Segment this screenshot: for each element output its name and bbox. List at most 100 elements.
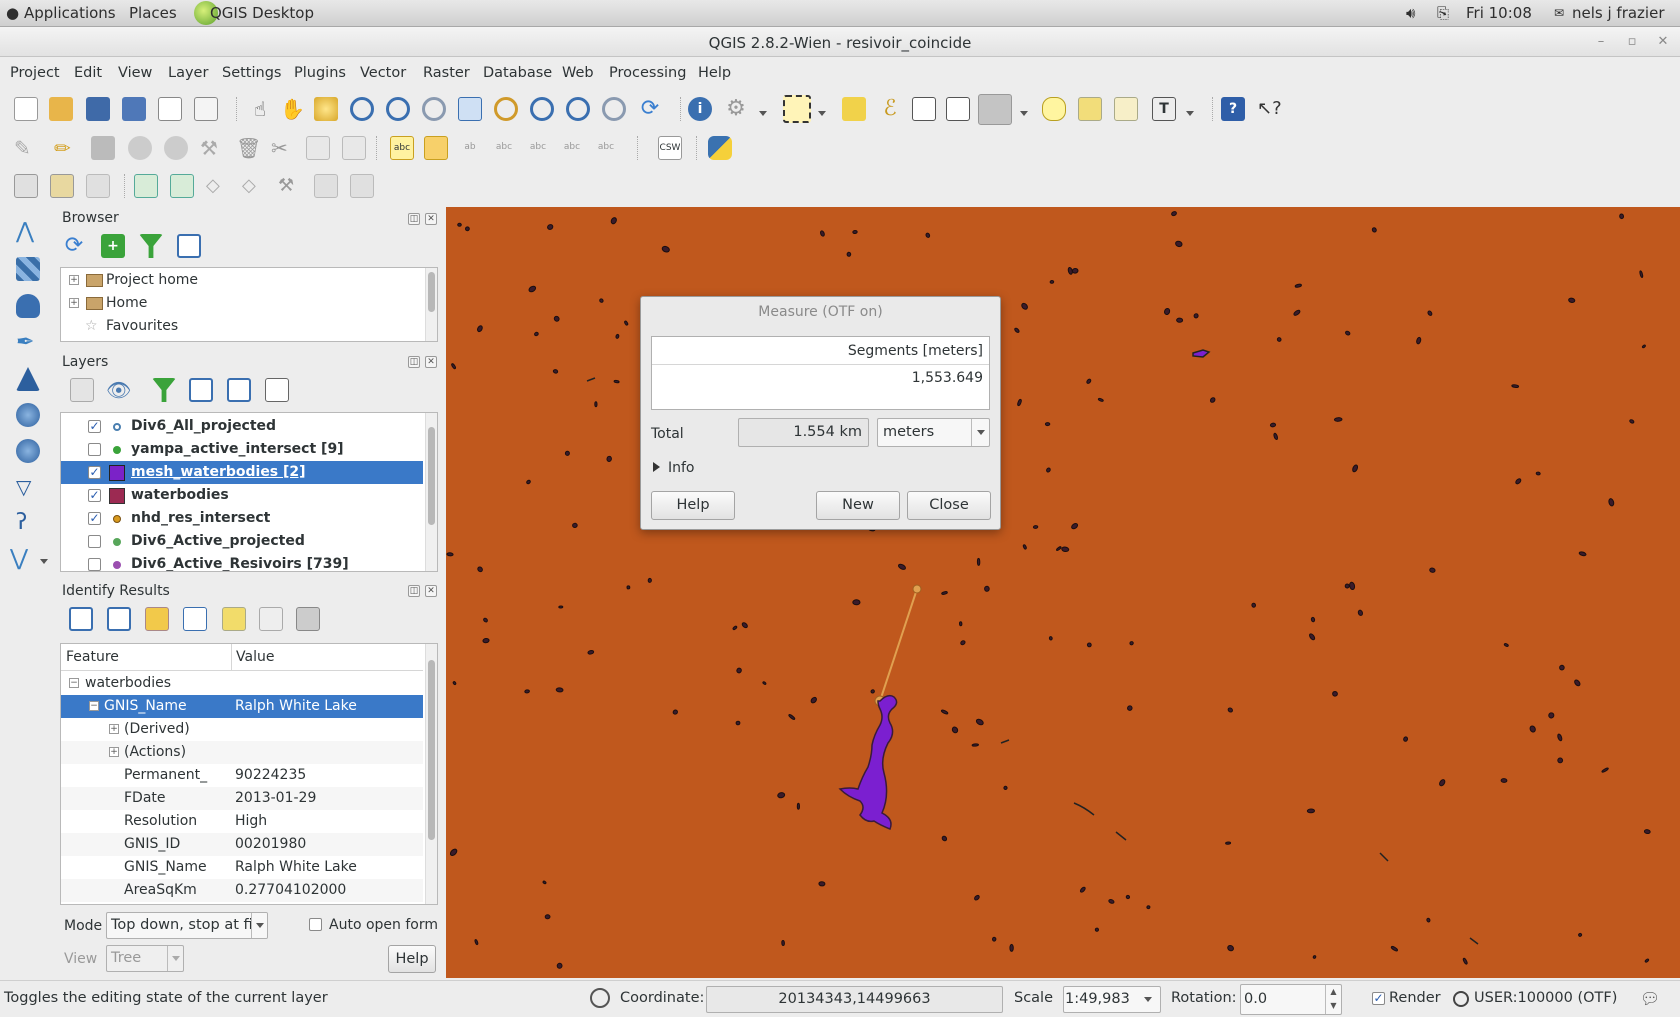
identify-close-icon[interactable]: ✕: [425, 585, 437, 597]
measure-close-button[interactable]: Close: [907, 491, 991, 520]
reshape-icon[interactable]: ⚒: [278, 174, 302, 198]
scale-select[interactable]: 1:49,983: [1063, 986, 1161, 1013]
layers-visibility-icon[interactable]: 👁︎: [106, 378, 131, 402]
info-expander[interactable]: Info: [653, 460, 695, 476]
rotate-label-icon[interactable]: abc: [560, 136, 584, 160]
show-bookmarks-icon[interactable]: [1114, 97, 1138, 121]
layer-item[interactable]: Div6_Active_Resivoirs [739]: [61, 553, 423, 571]
minimize-icon[interactable]: –: [1592, 33, 1610, 51]
menu-settings[interactable]: Settings: [222, 65, 281, 81]
add-spatialite-layer-icon[interactable]: ✒: [16, 331, 40, 355]
clock[interactable]: Fri 10:08: [1466, 4, 1532, 22]
collapse-icon[interactable]: −: [89, 701, 99, 711]
new-shapefile-icon[interactable]: ⋁: [10, 547, 34, 571]
identify-attribute-row[interactable]: Resolution High: [61, 810, 423, 833]
move-label-icon[interactable]: abc: [526, 136, 550, 160]
new-layer-dropdown-icon[interactable]: [40, 552, 50, 564]
map-tips-icon[interactable]: [1042, 97, 1066, 121]
remove-layer-icon[interactable]: [265, 378, 289, 402]
browser-float-icon[interactable]: ◫: [408, 213, 420, 225]
zoom-native-icon[interactable]: [422, 97, 446, 121]
layer-visibility-checkbox[interactable]: [88, 535, 101, 548]
layer-item[interactable]: Div6_Active_projected: [61, 530, 423, 553]
new-bookmark-icon[interactable]: [1078, 97, 1102, 121]
add-delimited-text-icon[interactable]: ʔ: [16, 511, 40, 535]
menu-layer[interactable]: Layer: [168, 65, 208, 81]
paste-features-icon[interactable]: [342, 136, 366, 160]
identify-expand-new-icon[interactable]: [145, 607, 169, 631]
layers-collapse-all-icon[interactable]: [227, 378, 251, 402]
browser-item-favourites[interactable]: ☆ Favourites: [61, 315, 423, 338]
browser-scrollbar[interactable]: [425, 268, 437, 341]
action-dropdown-icon[interactable]: [759, 104, 769, 116]
identify-float-icon[interactable]: ◫: [408, 585, 420, 597]
unit-select[interactable]: meters: [877, 418, 990, 447]
layer-visibility-checkbox[interactable]: ✓: [88, 489, 101, 502]
layer-item[interactable]: ✓ waterbodies: [61, 484, 423, 507]
composer-manager-icon[interactable]: [194, 97, 218, 121]
csw-icon[interactable]: CSW: [658, 136, 682, 160]
menu-project[interactable]: Project: [10, 65, 60, 81]
add-vector-layer-icon[interactable]: ⋀: [16, 220, 40, 244]
identify-clear-icon[interactable]: [222, 607, 246, 631]
cut-features-icon[interactable]: ✂: [271, 136, 295, 160]
column-header-feature[interactable]: Feature: [66, 649, 119, 665]
run-feature-action-icon[interactable]: ⚙: [724, 97, 748, 121]
expand-icon[interactable]: +: [109, 724, 119, 734]
auto-open-form-checkbox[interactable]: [309, 918, 322, 931]
layers-expand-all-icon[interactable]: [189, 378, 213, 402]
crs-status[interactable]: USER:100000 (OTF): [1474, 990, 1617, 1006]
browser-filter-icon[interactable]: [139, 234, 163, 258]
new-print-composer-icon[interactable]: [158, 97, 182, 121]
layers-scrollbar[interactable]: [425, 413, 437, 571]
browser-item-home[interactable]: + Home: [61, 292, 423, 315]
menu-raster[interactable]: Raster: [423, 65, 470, 81]
layer-labeling-icon[interactable]: abc: [390, 136, 414, 160]
identify-attribute-row[interactable]: FDate 2013-01-29: [61, 787, 423, 810]
identify-attribute-row[interactable]: GNIS_ID 00201980: [61, 833, 423, 856]
pan-to-selection-icon[interactable]: [314, 97, 338, 121]
zoom-last-icon[interactable]: [566, 97, 590, 121]
delete-selected-icon[interactable]: 🗑︎: [236, 136, 261, 160]
identify-copy-icon[interactable]: [259, 607, 283, 631]
identify-expand-icon[interactable]: [69, 607, 93, 631]
expand-icon[interactable]: +: [69, 298, 79, 308]
measure-help-button[interactable]: Help: [651, 491, 735, 520]
attribute-table-icon[interactable]: [912, 97, 936, 121]
mode-select[interactable]: Top down, stop at firs: [106, 912, 268, 939]
node-tool-icon[interactable]: ⚒: [200, 136, 224, 160]
text-annotation-icon[interactable]: T: [1152, 97, 1176, 121]
layer-group-icon[interactable]: [14, 174, 38, 198]
open-project-icon[interactable]: [49, 97, 73, 121]
current-edits-icon[interactable]: ✎: [14, 136, 38, 160]
segments-header[interactable]: Segments [meters]: [652, 337, 989, 365]
expand-icon[interactable]: +: [109, 747, 119, 757]
close-window-icon[interactable]: ✕: [1654, 33, 1672, 51]
view-select[interactable]: Tree: [106, 945, 184, 972]
add-wcs-layer-icon[interactable]: [16, 439, 40, 463]
identify-collapse-icon[interactable]: [107, 607, 131, 631]
save-as-icon[interactable]: [122, 97, 146, 121]
layer-visibility-checkbox[interactable]: ✓: [88, 512, 101, 525]
network-icon[interactable]: ⎘: [1437, 4, 1449, 22]
crs-globe-icon[interactable]: [1453, 991, 1469, 1007]
refresh-icon[interactable]: ⟳: [638, 97, 662, 121]
menu-plugins[interactable]: Plugins: [294, 65, 346, 81]
identify-layer-row[interactable]: − waterbodies: [61, 672, 423, 695]
add-postgis-layer-icon[interactable]: [16, 294, 40, 318]
show-hide-labels-icon[interactable]: abc: [492, 136, 516, 160]
identify-attribute-row[interactable]: Permanent_ 90224235: [61, 764, 423, 787]
column-header-value[interactable]: Value: [236, 649, 274, 665]
identify-attribute-row[interactable]: GNIS_Name Ralph White Lake: [61, 856, 423, 879]
zoom-full-icon[interactable]: [458, 97, 482, 121]
browser-close-icon[interactable]: ✕: [425, 213, 437, 225]
identify-group-row[interactable]: + (Derived): [61, 718, 423, 741]
menu-edit[interactable]: Edit: [74, 65, 102, 81]
identify-open-form-icon[interactable]: [183, 607, 207, 631]
menu-vector[interactable]: Vector: [360, 65, 406, 81]
simplify-icon[interactable]: [350, 174, 374, 198]
activities-icon[interactable]: ●: [6, 4, 19, 22]
map-canvas[interactable]: [446, 207, 1680, 978]
highlight-pinned-labels-icon[interactable]: ab: [458, 136, 482, 160]
menu-processing[interactable]: Processing: [609, 65, 686, 81]
